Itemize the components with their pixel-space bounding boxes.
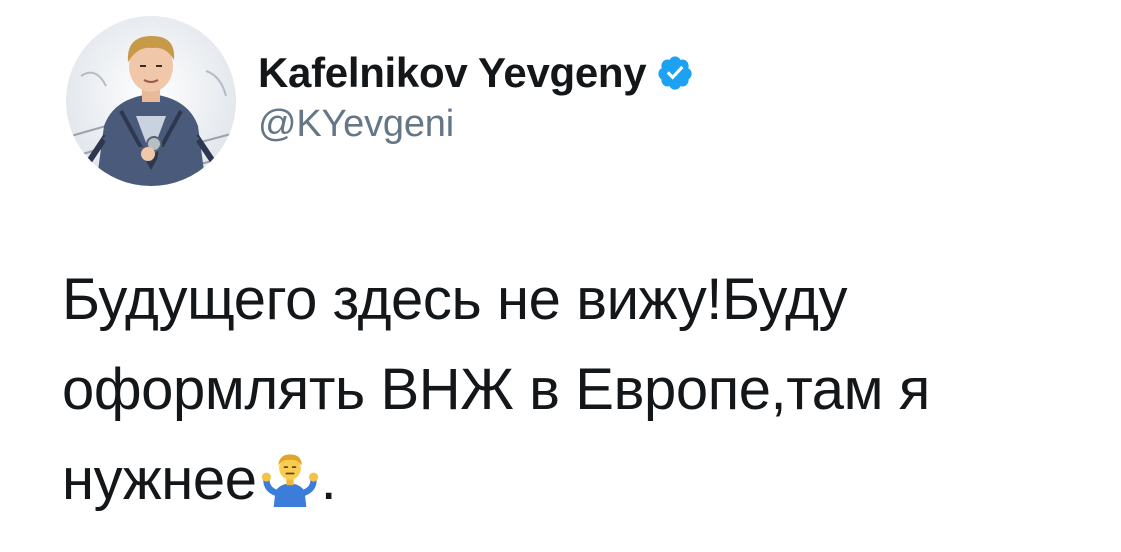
author-display-name[interactable]: Kafelnikov Yevgeny <box>258 48 647 98</box>
name-row: Kafelnikov Yevgeny <box>258 48 694 98</box>
person-shrugging-icon <box>261 449 319 507</box>
tweet-text-line: оформлять ВНЖ в Европе,там я <box>62 357 930 422</box>
tweet-header: Kafelnikov Yevgeny @KYevgeni <box>66 16 694 186</box>
tweet-text-line: нужнее . <box>62 435 1102 525</box>
tweet-text-segment: нужнее <box>62 447 257 512</box>
tweet-text-line: Будущего здесь не вижу!Буду <box>62 267 848 332</box>
tweet-text: Будущего здесь не вижу!Буду оформлять ВН… <box>62 255 1102 525</box>
tweet-card: Kafelnikov Yevgeny @KYevgeni Будущего зд… <box>0 0 1121 552</box>
author-identity: Kafelnikov Yevgeny @KYevgeni <box>258 48 694 148</box>
author-handle[interactable]: @KYevgeni <box>258 100 694 148</box>
tweet-text-segment: . <box>320 447 337 512</box>
avatar-image <box>66 16 236 186</box>
verified-badge-icon <box>656 54 694 92</box>
avatar[interactable] <box>66 16 236 186</box>
